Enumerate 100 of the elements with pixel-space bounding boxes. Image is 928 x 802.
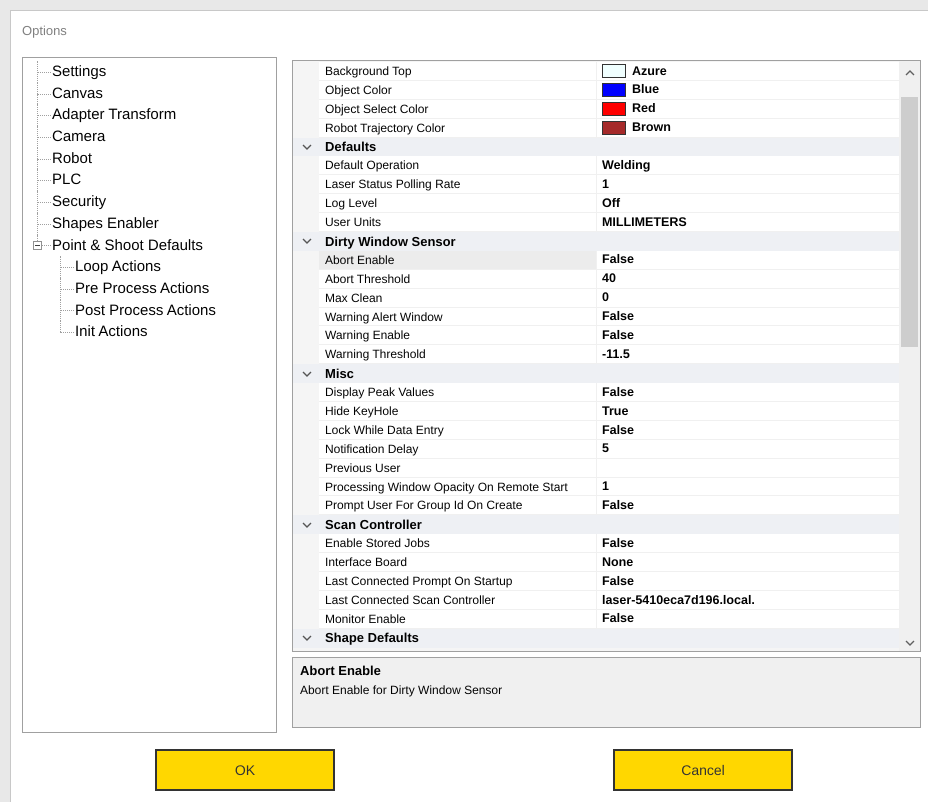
- value-cell[interactable]: Welding: [597, 156, 899, 176]
- value-cell[interactable]: False: [597, 250, 899, 270]
- value-cell[interactable]: 5: [597, 440, 899, 459]
- property-value[interactable]: laser-5410eca7d196.local.: [602, 590, 755, 610]
- tree-item[interactable]: Post Process Actions: [74, 300, 216, 322]
- value-cell[interactable]: None: [597, 553, 899, 572]
- category-header[interactable]: Shape Defaults: [319, 628, 419, 648]
- property-name[interactable]: Prompt User For Group Id On Create: [319, 496, 597, 516]
- value-cell[interactable]: False: [597, 534, 899, 554]
- tree-item[interactable]: Canvas: [51, 82, 103, 104]
- ok-button[interactable]: OK: [155, 749, 335, 791]
- property-value[interactable]: Off: [602, 194, 620, 213]
- value-cell[interactable]: Blue: [597, 80, 899, 100]
- property-value[interactable]: 0: [602, 288, 609, 308]
- value-cell[interactable]: False: [597, 308, 899, 326]
- category-header[interactable]: Scan Controller: [319, 515, 422, 535]
- property-name[interactable]: Display Peak Values: [319, 383, 597, 402]
- scroll-down-icon[interactable]: [904, 640, 914, 646]
- property-value[interactable]: False: [602, 307, 634, 326]
- tree-item[interactable]: Shapes Enabler: [51, 212, 159, 234]
- property-name[interactable]: Default Operation: [319, 156, 597, 176]
- collapse-icon[interactable]: [33, 240, 42, 250]
- property-value[interactable]: 1: [602, 477, 609, 496]
- property-name[interactable]: Monitor Enable: [319, 610, 597, 629]
- property-value[interactable]: False: [602, 534, 634, 553]
- value-cell[interactable]: 1: [597, 478, 899, 496]
- value-cell[interactable]: False: [597, 326, 899, 346]
- tree-item[interactable]: Pre Process Actions: [74, 278, 210, 300]
- property-name[interactable]: Warning Threshold: [319, 345, 597, 364]
- property-value[interactable]: 5: [602, 439, 609, 458]
- value-cell[interactable]: 40: [597, 270, 899, 289]
- value-cell[interactable]: MILLIMETERS: [597, 213, 899, 232]
- property-value[interactable]: False: [602, 382, 634, 402]
- tree-item[interactable]: Adapter Transform: [51, 104, 176, 126]
- property-name[interactable]: Enable Stored Jobs: [319, 534, 597, 554]
- value-cell[interactable]: laser-5410eca7d196.local.: [597, 590, 899, 610]
- property-name[interactable]: Processing Window Opacity On Remote Start: [319, 478, 597, 496]
- property-value[interactable]: Azure: [632, 62, 667, 80]
- property-value[interactable]: None: [602, 552, 634, 572]
- property-name[interactable]: Last Connected Scan Controller: [319, 590, 597, 610]
- property-name[interactable]: Warning Alert Window: [319, 308, 597, 326]
- tree-item[interactable]: Camera: [51, 126, 106, 148]
- property-value[interactable]: False: [602, 496, 634, 515]
- collapse-icon[interactable]: [302, 238, 312, 244]
- property-value[interactable]: False: [602, 420, 634, 440]
- property-value[interactable]: False: [602, 609, 634, 628]
- property-name[interactable]: Object Select Color: [319, 100, 597, 119]
- value-cell[interactable]: False: [597, 420, 899, 440]
- scroll-up-icon[interactable]: [904, 70, 914, 76]
- tree-item[interactable]: Robot: [51, 148, 92, 170]
- property-value[interactable]: False: [602, 572, 634, 590]
- collapse-icon[interactable]: [302, 370, 312, 377]
- property-name[interactable]: Robot Trajectory Color: [319, 118, 597, 138]
- property-value[interactable]: False: [602, 326, 634, 345]
- value-cell[interactable]: False: [597, 383, 899, 402]
- value-cell[interactable]: 0: [597, 288, 899, 308]
- property-name[interactable]: Laser Status Polling Rate: [319, 175, 597, 194]
- category-header[interactable]: Defaults: [319, 137, 376, 157]
- value-cell[interactable]: False: [597, 572, 899, 591]
- property-name[interactable]: Last Connected Prompt On Startup: [319, 572, 597, 591]
- property-value[interactable]: True: [602, 402, 628, 420]
- property-name[interactable]: Notification Delay: [319, 440, 597, 459]
- collapse-icon[interactable]: [302, 144, 312, 150]
- value-cell[interactable]: 1: [597, 175, 899, 194]
- property-value[interactable]: Brown: [632, 118, 671, 137]
- tree-item[interactable]: Loop Actions: [74, 256, 161, 278]
- scrollbar[interactable]: [899, 61, 920, 651]
- value-cell[interactable]: True: [597, 402, 899, 421]
- tree-item[interactable]: Point & Shoot Defaults: [51, 234, 203, 256]
- collapse-icon[interactable]: [302, 635, 312, 642]
- property-value[interactable]: 1: [602, 174, 609, 194]
- property-name[interactable]: Previous User: [319, 458, 597, 478]
- cancel-button[interactable]: Cancel: [613, 749, 793, 791]
- property-name[interactable]: Lock While Data Entry: [319, 420, 597, 440]
- value-cell[interactable]: Off: [597, 194, 899, 214]
- property-value[interactable]: 40: [602, 269, 616, 288]
- property-name[interactable]: Warning Enable: [319, 326, 597, 346]
- tree-item[interactable]: PLC: [51, 169, 82, 192]
- property-value[interactable]: MILLIMETERS: [602, 212, 687, 232]
- value-cell[interactable]: False: [597, 496, 899, 516]
- property-value[interactable]: False: [602, 250, 634, 270]
- value-cell[interactable]: -11.5: [597, 345, 899, 364]
- property-name[interactable]: Interface Board: [319, 553, 597, 572]
- category-header[interactable]: Misc: [319, 364, 354, 384]
- property-value[interactable]: -11.5: [602, 344, 630, 364]
- property-name[interactable]: Object Color: [319, 80, 597, 100]
- property-name[interactable]: User Units: [319, 213, 597, 232]
- value-cell[interactable]: Red: [597, 100, 899, 119]
- scrollbar-thumb[interactable]: [901, 97, 918, 347]
- collapse-icon[interactable]: [302, 522, 312, 528]
- property-name[interactable]: Hide KeyHole: [319, 402, 597, 421]
- tree-item[interactable]: Init Actions: [74, 321, 148, 343]
- property-value[interactable]: Red: [632, 99, 656, 118]
- tree-item[interactable]: Settings: [51, 61, 106, 83]
- value-cell[interactable]: Brown: [597, 118, 899, 138]
- tree-item[interactable]: Security: [51, 191, 106, 213]
- property-name[interactable]: Log Level: [319, 194, 597, 214]
- value-cell[interactable]: False: [597, 610, 899, 629]
- property-name[interactable]: Background Top: [319, 62, 597, 81]
- property-value[interactable]: Blue: [632, 80, 660, 100]
